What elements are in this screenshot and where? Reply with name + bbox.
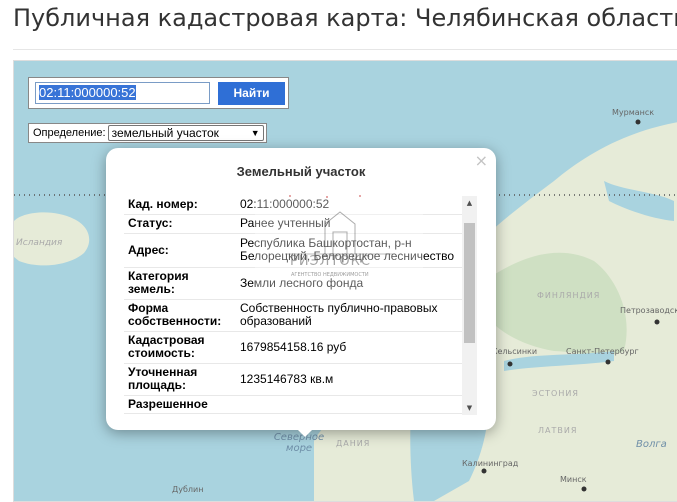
popup-scrollbar[interactable]: ▲ ▼ (462, 196, 477, 415)
table-row: Статус: Ранее учтенный (124, 214, 462, 234)
parcel-info-table: Кад. номер: 02:11:000000:52 Статус: Ране… (124, 196, 462, 414)
definition-selected-value: земельный участок (111, 126, 219, 140)
popup-pointer (293, 425, 317, 437)
map-label-minsk: Минск (560, 475, 587, 484)
map-label-murmansk: Мурманск (612, 108, 655, 117)
row-value-address: Республика Башкортостан, р-н Белорецкий,… (236, 233, 462, 268)
map-label-denmark: ДАНИЯ (336, 439, 371, 448)
row-label-land-category: Категория земель: (124, 267, 236, 300)
row-label-status: Статус: (124, 214, 236, 234)
row-label-area: Уточненная площадь: (124, 363, 236, 396)
table-row: Кадастровая стоимость: 1679854158.16 руб (124, 331, 462, 364)
popup-content[interactable]: Кад. номер: 02:11:000000:52 Статус: Ране… (124, 196, 477, 415)
row-label-cad-number: Кад. номер: (124, 196, 236, 215)
minsk-dot (581, 486, 587, 492)
row-value-ownership: Собственность публично-правовых образова… (236, 299, 462, 332)
map-label-helsinki: Хельсинки (492, 347, 538, 356)
map-label-volga: Волга (636, 439, 667, 450)
table-row: Уточненная площадь: 1235146783 кв.м (124, 363, 462, 396)
map-label-spb: Санкт-Петербург (566, 347, 639, 356)
table-row: Форма собственности: Собственность публи… (124, 299, 462, 332)
title-divider (13, 49, 677, 50)
page-title: Публичная кадастровая карта: Челябинская… (13, 4, 677, 32)
table-row: Кад. номер: 02:11:000000:52 (124, 196, 462, 215)
map-label-estonia: ЭСТОНИЯ (532, 389, 579, 398)
murmansk-dot (635, 119, 641, 125)
map-label-dublin: Дублин (172, 485, 204, 494)
map-label-latvia: ЛАТВИЯ (538, 426, 578, 435)
row-value-cadastral-value: 1679854158.16 руб (236, 331, 462, 364)
row-label-address: Адрес: (124, 233, 236, 268)
search-button[interactable]: Найти (218, 82, 285, 105)
search-input-value: 02:11:000000:52 (39, 85, 136, 100)
scroll-up-icon[interactable]: ▲ (462, 196, 477, 210)
scrollbar-thumb[interactable] (464, 223, 475, 343)
table-row: Адрес: Республика Башкортостан, р-н Бело… (124, 233, 462, 268)
table-row: Категория земель: Земли лесного фонда (124, 267, 462, 300)
row-label-ownership: Форма собственности: (124, 299, 236, 332)
row-value-cad-number: 02:11:000000:52 (236, 196, 462, 215)
popup-title: Земельный участок (236, 164, 366, 179)
search-panel: 02:11:000000:52 Найти (28, 77, 289, 109)
row-label-permitted-use: Разрешенное (124, 395, 236, 414)
map-label-petrozavodsk: Петрозаводск (620, 306, 677, 315)
definition-select[interactable]: земельный участок ▼ (107, 125, 264, 141)
kaliningrad-dot (481, 468, 487, 474)
row-value-area: 1235146783 кв.м (236, 363, 462, 396)
map-label-kaliningrad: Калининград (462, 459, 519, 468)
row-value-land-category: Земли лесного фонда (236, 267, 462, 300)
row-value-status: Ранее учтенный (236, 214, 462, 234)
info-popup: × Земельный участок Кад. номер: 02:11:00… (106, 148, 496, 430)
row-label-cadastral-value: Кадастровая стоимость: (124, 331, 236, 364)
map-label-iceland: Исландия (16, 238, 63, 248)
table-row: Разрешенное (124, 395, 462, 414)
spb-dot (605, 359, 611, 365)
row-value-permitted-use (236, 395, 462, 414)
scroll-down-icon[interactable]: ▼ (462, 401, 477, 415)
cadastral-number-input[interactable]: 02:11:000000:52 (35, 82, 210, 104)
helsinki-dot (507, 361, 513, 367)
definition-panel: Определение: земельный участок ▼ (28, 123, 267, 143)
map-label-finland: ФИНЛЯНДИЯ (537, 291, 601, 300)
petrozavodsk-dot (654, 319, 660, 325)
chevron-down-icon: ▼ (250, 128, 260, 138)
definition-label: Определение: (33, 127, 106, 139)
